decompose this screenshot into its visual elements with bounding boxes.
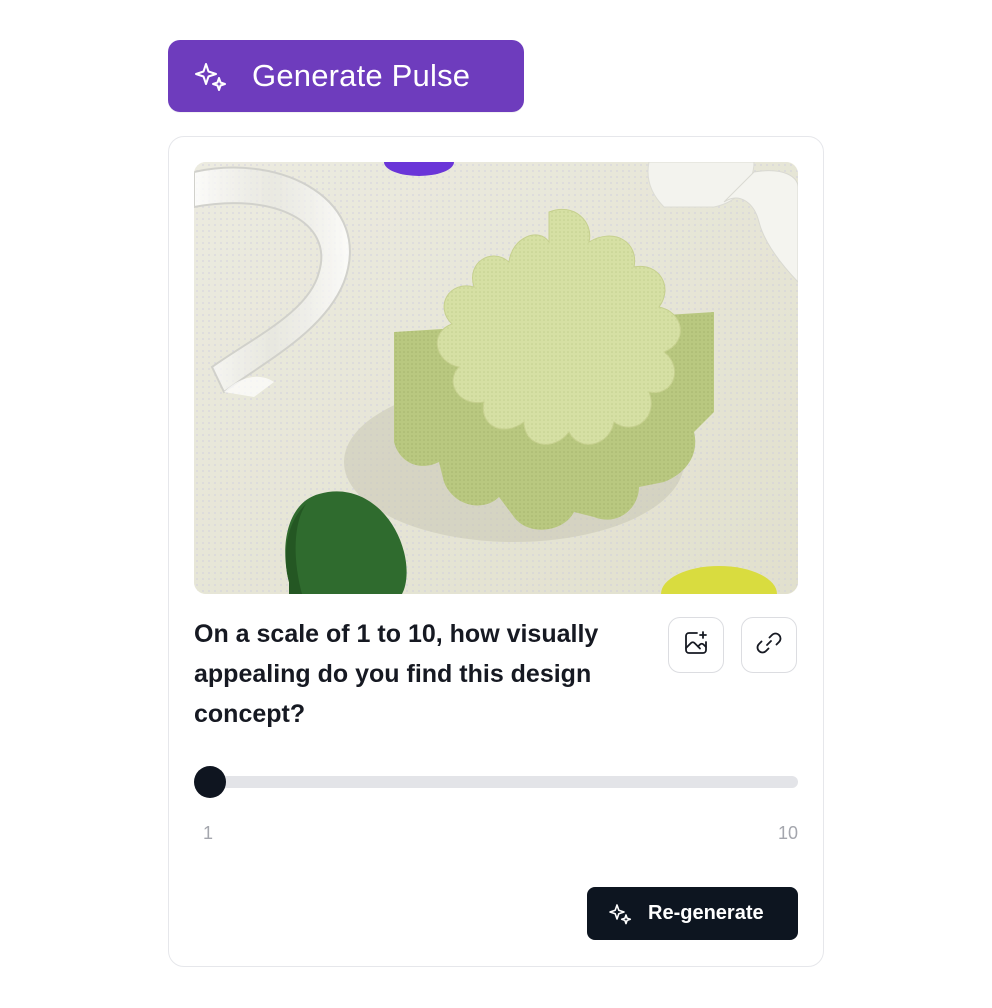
rating-slider[interactable] — [194, 766, 798, 798]
slider-thumb[interactable] — [194, 766, 226, 798]
pulse-card: On a scale of 1 to 10, how visually appe… — [168, 136, 824, 967]
slider-max-label: 10 — [777, 823, 798, 843]
copy-link-button[interactable] — [741, 617, 797, 673]
sparkles-icon — [192, 56, 232, 96]
regenerate-label: Re-generate — [648, 902, 764, 924]
image-add-icon — [682, 629, 710, 662]
slider-min-label: 1 — [203, 823, 214, 843]
design-concept-image — [194, 162, 798, 594]
question-text: On a scale of 1 to 10, how visually appe… — [194, 620, 599, 728]
generate-pulse-button[interactable]: Generate Pulse — [168, 40, 524, 112]
regenerate-button[interactable]: Re-generate — [587, 887, 798, 940]
link-icon — [755, 629, 783, 662]
add-image-button[interactable] — [668, 617, 724, 673]
generate-pulse-label: Generate Pulse — [252, 58, 471, 93]
slider-track[interactable] — [194, 776, 798, 788]
sparkles-icon — [607, 900, 635, 928]
